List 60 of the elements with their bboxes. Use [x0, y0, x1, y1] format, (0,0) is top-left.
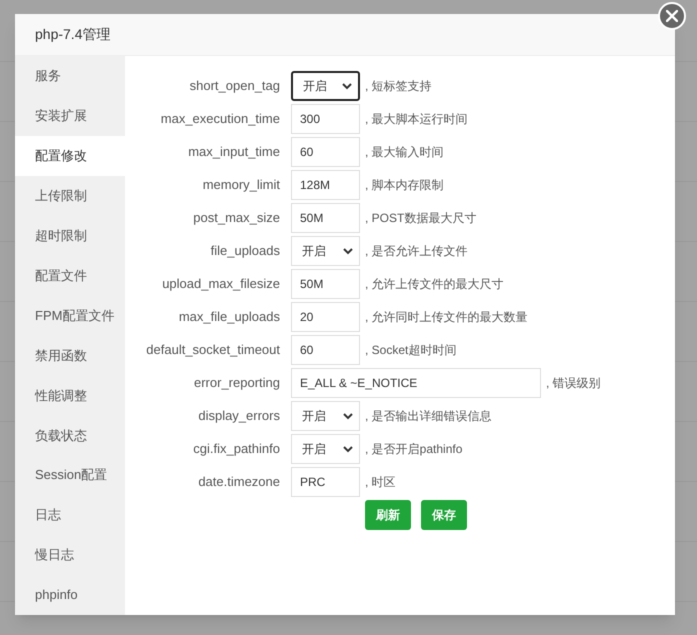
sidebar-item[interactable]: 禁用函数 [15, 335, 125, 376]
sidebar-item[interactable]: 日志 [15, 495, 125, 536]
setting-label: cgi.fix_pathinfo [192, 440, 280, 458]
input-field[interactable]: 50M [291, 203, 360, 233]
setting-label: short_open_tag [188, 77, 280, 96]
input-field[interactable]: 128M [291, 170, 360, 200]
setting-hint: , 短标签支持 [365, 78, 432, 95]
select-dropdown[interactable]: 开启 [291, 71, 360, 101]
setting-hint: , 是否输出详细错误信息 [365, 408, 492, 425]
chevron-down-icon [343, 446, 353, 452]
setting-hint: , 错误级别 [546, 375, 601, 392]
sidebar-item[interactable]: 配置修改 [15, 136, 125, 176]
setting-hint: , 允许同时上传文件的最大数量 [365, 309, 528, 326]
sidebar-item[interactable]: Session配置 [15, 455, 125, 496]
input-field[interactable]: E_ALL & ~E_NOTICE [291, 368, 541, 398]
setting-label: date.timezone [197, 473, 280, 492]
setting-hint: , 是否开启pathinfo [365, 441, 462, 458]
setting-label: max_execution_time [160, 110, 280, 128]
sidebar-item[interactable]: 慢日志 [15, 535, 125, 575]
sidebar-item[interactable]: 配置文件 [15, 256, 125, 296]
sidebar-item[interactable]: FPM配置文件 [15, 296, 125, 336]
setting-label: error_reporting [193, 374, 280, 392]
chevron-down-icon [342, 82, 352, 90]
close-icon [666, 10, 678, 22]
sidebar-item[interactable]: 安装扩展 [15, 96, 125, 136]
setting-label: file_uploads [210, 242, 280, 260]
input-field[interactable]: 300 [291, 104, 360, 134]
setting-hint: , 最大输入时间 [365, 144, 444, 161]
setting-hint: , 最大脚本运行时间 [365, 111, 468, 128]
setting-hint: , 时区 [365, 474, 396, 491]
sidebar-item[interactable]: 上传限制 [15, 176, 125, 216]
sidebar-item[interactable]: phpinfo [15, 574, 125, 615]
sidebar-item[interactable]: 超时限制 [15, 216, 125, 256]
input-field[interactable]: 20 [291, 302, 360, 332]
input-field[interactable]: 50M [291, 269, 360, 299]
setting-label: max_input_time [187, 143, 280, 162]
setting-label: upload_max_filesize [161, 275, 280, 294]
input-field[interactable]: 60 [291, 335, 360, 365]
input-field[interactable]: PRC [291, 467, 360, 497]
setting-label: post_max_size [192, 209, 280, 228]
sidebar-item[interactable]: 负载状态 [15, 415, 125, 456]
setting-label: max_file_uploads [178, 308, 280, 326]
select-dropdown[interactable]: 开启 [291, 401, 360, 431]
chevron-down-icon [343, 412, 353, 420]
sidebar-item[interactable]: 服务 [15, 56, 125, 96]
close-button[interactable] [658, 2, 686, 30]
dialog-title: php-7.4管理 [35, 25, 110, 44]
input-field[interactable]: 60 [291, 137, 360, 167]
setting-label: display_errors [197, 407, 280, 426]
select-dropdown[interactable]: 开启 [291, 236, 360, 266]
setting-hint: , POST数据最大尺寸 [365, 210, 476, 227]
chevron-down-icon [343, 248, 353, 254]
setting-hint: , Socket超时时间 [365, 342, 456, 359]
setting-hint: , 允许上传文件的最大尺寸 [365, 276, 504, 293]
select-dropdown[interactable]: 开启 [291, 434, 360, 464]
setting-label: default_socket_timeout [145, 341, 280, 360]
setting-label: memory_limit [202, 176, 280, 194]
setting-hint: , 脚本内存限制 [365, 177, 444, 194]
setting-hint: , 是否允许上传文件 [365, 243, 468, 260]
sidebar-item[interactable]: 性能调整 [15, 375, 125, 416]
